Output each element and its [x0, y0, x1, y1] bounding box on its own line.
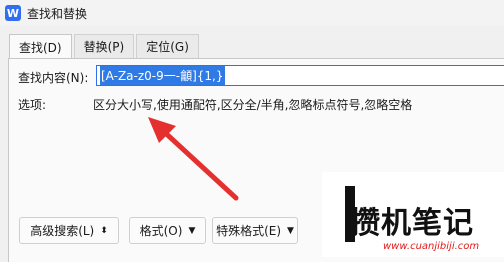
advanced-search-button[interactable]: 高级搜索(L) ⬍: [19, 217, 119, 244]
special-format-button[interactable]: 特殊格式(E) ▼: [212, 217, 298, 244]
watermark-url: www.cuanjibiji.com: [383, 241, 480, 252]
up-down-icon: ⬍: [100, 225, 108, 236]
chevron-down-icon: ▼: [287, 225, 294, 236]
format-label: 格式(O): [139, 224, 183, 238]
arrow-shaft: [157, 125, 239, 201]
chevron-down-icon: ▼: [188, 225, 196, 236]
advanced-search-label: 高级搜索(L): [30, 224, 95, 238]
format-button[interactable]: 格式(O) ▼: [129, 217, 206, 244]
special-format-label: 特殊格式(E): [216, 224, 282, 238]
watermark-text: 攒机笔记: [350, 206, 474, 241]
